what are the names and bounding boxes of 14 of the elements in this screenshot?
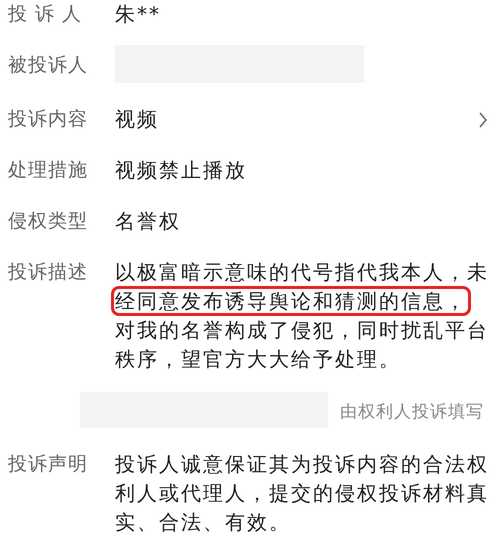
field-label: 投 诉 人 [8, 2, 84, 27]
field-label: 投诉内容 [8, 107, 89, 132]
note-text: 由权利人投诉填写 [340, 400, 484, 424]
field-value: 视频禁止播放 [115, 157, 248, 184]
field-label: 被投诉人 [8, 53, 89, 78]
field-label: 侵权类型 [8, 209, 89, 234]
field-value: 投诉人诚意保证其为投诉内容的合法权利人或代理人，提交的侵权投诉材料真实、合法、有效。 [115, 451, 490, 536]
field-value: 视频 [115, 106, 160, 133]
field-label: 投诉声明 [8, 452, 89, 477]
field-value: 名誉权 [115, 208, 182, 235]
field-label: 投诉描述 [8, 260, 89, 285]
field-label: 处理措施 [8, 158, 89, 183]
field-value: 朱** [115, 1, 162, 28]
chevron-right-icon[interactable] [478, 111, 488, 129]
